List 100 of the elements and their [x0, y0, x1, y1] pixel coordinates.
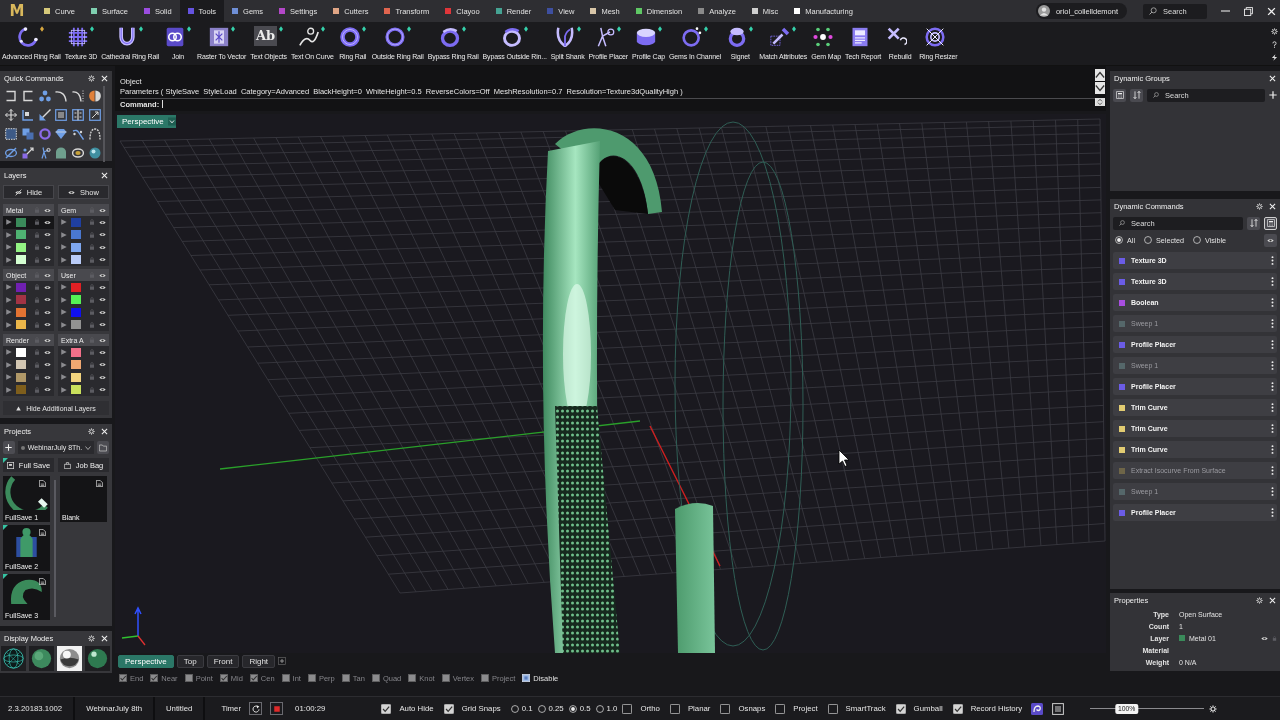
eye-icon[interactable] — [99, 336, 106, 344]
eye-icon[interactable] — [99, 218, 106, 226]
squares-icon[interactable] — [22, 127, 34, 140]
settings-icon[interactable] — [1256, 597, 1263, 604]
explode-icon[interactable] — [22, 146, 34, 159]
radio-button[interactable] — [510, 704, 519, 713]
eye-icon[interactable] — [99, 348, 106, 356]
gem-icon[interactable] — [55, 127, 68, 140]
close-icon[interactable] — [101, 172, 108, 179]
eye-icon[interactable] — [99, 386, 106, 394]
swatch-icon[interactable] — [16, 320, 26, 330]
corner-icon[interactable] — [22, 108, 34, 121]
spinner-icon[interactable] — [1095, 98, 1105, 106]
checkbox[interactable] — [895, 703, 906, 714]
restore-icon[interactable] — [1244, 6, 1253, 16]
eye-icon[interactable] — [99, 206, 106, 214]
eye-icon[interactable] — [44, 243, 51, 251]
swatch-icon[interactable] — [16, 242, 26, 252]
swatch-icon[interactable] — [71, 282, 81, 292]
sphere-icon[interactable] — [88, 146, 101, 159]
swatch-icon[interactable] — [16, 307, 26, 317]
swatch-icon[interactable] — [16, 282, 26, 292]
kebab-menu-icon[interactable] — [1271, 256, 1274, 265]
swatch-icon[interactable] — [71, 230, 81, 240]
list-icon[interactable] — [1052, 702, 1065, 715]
stop-timer-button[interactable] — [270, 702, 284, 715]
eye-icon[interactable] — [44, 256, 51, 264]
checkbox[interactable] — [219, 674, 228, 682]
wand-icon[interactable] — [72, 127, 84, 140]
checkbox[interactable] — [480, 674, 489, 682]
eye-icon[interactable] — [44, 361, 51, 369]
checkbox[interactable] — [443, 703, 454, 714]
kebab-menu-icon[interactable] — [1271, 382, 1274, 391]
layer-row[interactable] — [3, 346, 54, 359]
close-icon[interactable] — [101, 75, 108, 82]
arc-icon[interactable] — [55, 89, 68, 102]
visibility-button[interactable] — [1264, 233, 1277, 247]
checkbox[interactable] — [775, 703, 786, 714]
close-icon[interactable] — [1269, 75, 1276, 82]
kebab-menu-icon[interactable] — [1271, 445, 1274, 454]
sort-button[interactable] — [1247, 216, 1260, 230]
calculator-button[interactable] — [1113, 88, 1126, 102]
checkbox[interactable] — [184, 674, 193, 682]
checkbox[interactable] — [622, 703, 633, 714]
scroll-up-icon[interactable] — [1095, 69, 1105, 81]
bracket-icon[interactable] — [22, 89, 34, 102]
arc-icon[interactable] — [72, 89, 84, 102]
eye-icon[interactable] — [99, 256, 106, 264]
display-mode-button[interactable] — [57, 646, 82, 671]
eye-icon[interactable] — [44, 321, 51, 329]
settings-icon[interactable] — [1256, 203, 1263, 210]
swatch-icon[interactable] — [16, 217, 26, 227]
swatch-icon[interactable] — [16, 230, 26, 240]
eye-icon[interactable] — [44, 373, 51, 381]
checkbox[interactable] — [381, 703, 392, 714]
lightning-icon[interactable] — [1271, 54, 1278, 61]
layer-row[interactable] — [58, 293, 109, 306]
file-icon[interactable] — [96, 480, 103, 487]
checkbox[interactable] — [720, 703, 731, 714]
viewport-tab[interactable]: Perspective — [118, 654, 174, 668]
swatch-icon[interactable] — [16, 347, 26, 357]
viewport-name-button[interactable]: Perspective — [117, 115, 176, 128]
layer-row[interactable] — [58, 383, 109, 396]
slashed-ellipse-icon[interactable] — [5, 146, 18, 159]
nodes-icon[interactable] — [38, 89, 51, 102]
swatch-icon[interactable] — [16, 255, 26, 265]
viewport-tab[interactable]: Front — [206, 654, 240, 668]
arrow-icon[interactable] — [38, 108, 51, 121]
bracket-icon[interactable] — [5, 89, 18, 102]
checkbox[interactable] — [281, 674, 290, 682]
eye-icon[interactable] — [44, 296, 51, 304]
layer-row[interactable] — [58, 253, 109, 266]
swirl-tile-icon[interactable] — [1031, 702, 1044, 715]
radio-button[interactable] — [1115, 236, 1123, 244]
swatch-icon[interactable] — [71, 320, 81, 330]
close-icon[interactable] — [101, 635, 108, 642]
kebab-menu-icon[interactable] — [1271, 340, 1274, 349]
kebab-menu-icon[interactable] — [1271, 298, 1274, 307]
swatch-icon[interactable] — [16, 295, 26, 305]
settings-icon[interactable] — [1271, 28, 1278, 35]
kebab-menu-icon[interactable] — [1271, 277, 1274, 286]
checkbox[interactable] — [441, 674, 450, 682]
eye-icon[interactable] — [44, 271, 51, 279]
eye-icon[interactable] — [99, 243, 106, 251]
checkbox[interactable] — [408, 674, 417, 682]
checkbox[interactable] — [371, 674, 380, 682]
display-mode-button[interactable] — [1, 646, 26, 671]
swatch-icon[interactable] — [16, 385, 26, 395]
eye-icon[interactable] — [99, 231, 106, 239]
arch-tile-icon[interactable] — [55, 146, 68, 159]
settings-icon[interactable] — [88, 635, 95, 642]
settings-icon[interactable] — [88, 428, 95, 435]
arch-icon[interactable] — [88, 127, 101, 140]
eye-icon[interactable] — [44, 348, 51, 356]
eye-ring-icon[interactable] — [72, 146, 84, 159]
swatch-icon[interactable] — [71, 255, 81, 265]
eye-icon[interactable] — [99, 308, 106, 316]
eye-icon[interactable] — [44, 206, 51, 214]
layer-row[interactable] — [58, 241, 109, 254]
eye-icon[interactable] — [44, 218, 51, 226]
